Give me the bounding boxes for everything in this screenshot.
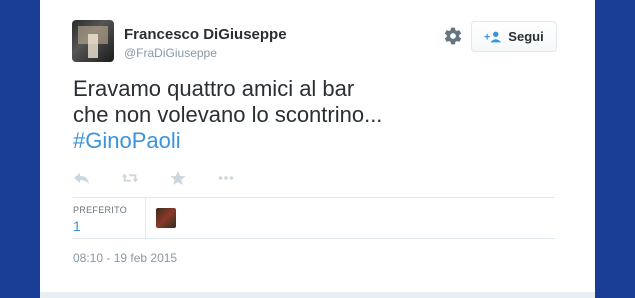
favorites-count[interactable]: 1 (73, 218, 81, 234)
favoriter-avatar[interactable] (156, 208, 176, 228)
hashtag-link[interactable]: #GinoPaoli (73, 128, 573, 154)
tweet-timestamp[interactable]: 08:10 - 19 feb 2015 (73, 251, 177, 265)
favorites-label: PREFERITO (73, 205, 128, 215)
follow-label: Segui (508, 29, 544, 44)
tweet-actions (73, 170, 265, 186)
stats-divider (145, 198, 146, 238)
tweet-card: Francesco DiGiuseppe @FraDiGiuseppe + Se… (40, 0, 595, 298)
page-background-right (595, 0, 635, 298)
user-name[interactable]: Francesco DiGiuseppe (124, 26, 287, 43)
user-avatar[interactable] (72, 20, 114, 62)
more-icon[interactable] (217, 170, 235, 186)
page-background-left (0, 0, 40, 298)
follow-button[interactable]: + Segui (471, 21, 557, 52)
tweet-text: Eravamo quattro amici al bar che non vol… (73, 76, 573, 154)
tweet-line-1: Eravamo quattro amici al bar (73, 76, 355, 101)
add-user-icon: + (484, 31, 502, 43)
svg-text:+: + (484, 31, 490, 43)
star-icon[interactable] (169, 170, 187, 186)
card-footer-strip (40, 292, 595, 298)
tweet-line-2: che non volevano lo scontrino... (73, 102, 383, 127)
gear-icon[interactable] (443, 26, 463, 46)
reply-icon[interactable] (73, 170, 91, 186)
divider (73, 238, 555, 239)
retweet-icon[interactable] (121, 170, 139, 186)
user-handle[interactable]: @FraDiGiuseppe (124, 46, 217, 60)
